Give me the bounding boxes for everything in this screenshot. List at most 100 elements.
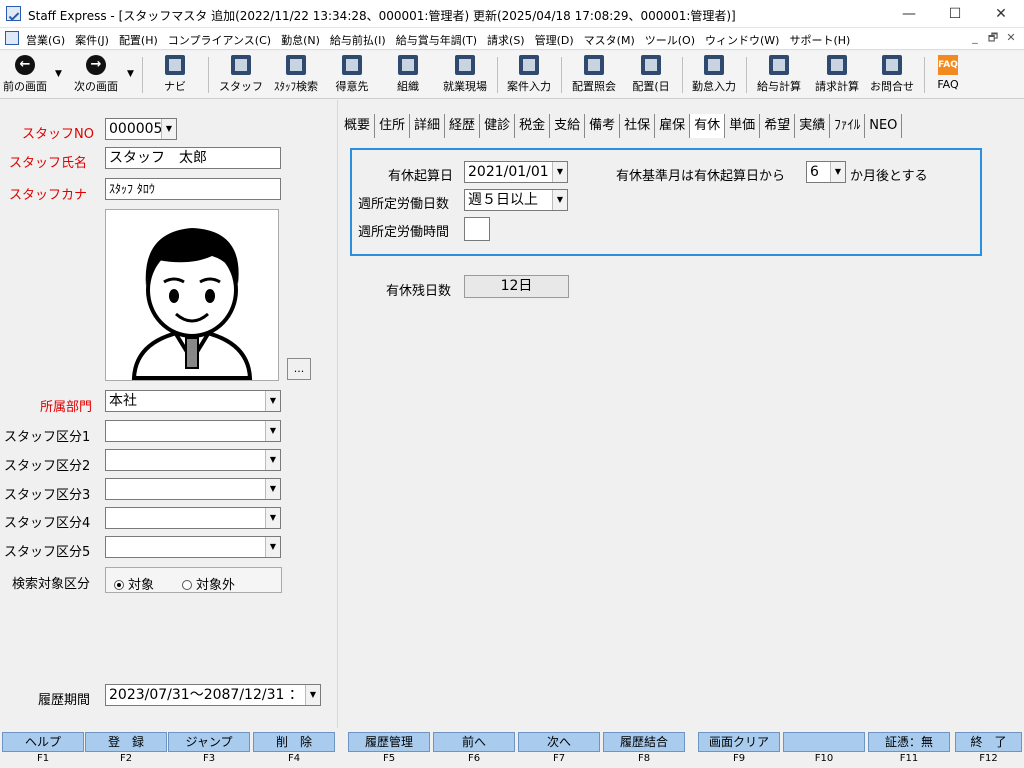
tab-employment-insurance[interactable]: 雇保 [655, 114, 691, 138]
staff-class3-combo[interactable]: ▼ [105, 478, 281, 500]
f5-history-manage-button[interactable]: 履歴管理 F5 [348, 732, 430, 768]
chevron-down-icon[interactable]: ▼ [161, 119, 176, 139]
weekly-days-combo[interactable]: 週５日以上 ▼ [464, 189, 568, 211]
tab-overview[interactable]: 概要 [340, 114, 376, 138]
menu-management[interactable]: 管理(D) [535, 34, 574, 47]
f10-button[interactable]: F10 [783, 732, 865, 768]
tab-social-insurance[interactable]: 社保 [620, 114, 656, 138]
close-button[interactable]: ✕ [978, 0, 1024, 28]
f7-next-button[interactable]: 次へ F7 [518, 732, 600, 768]
chevron-down-icon[interactable]: ▼ [552, 190, 567, 210]
f3-jump-button[interactable]: ジャンプ F3 [168, 732, 250, 768]
staff-kana-input[interactable]: ｽﾀｯﾌ ﾀﾛｳ [105, 178, 281, 200]
menu-advance-pay[interactable]: 給与前払(I) [330, 34, 386, 47]
prev-screen-button[interactable]: ← 前の画面 [0, 53, 50, 97]
chevron-down-icon[interactable]: ▼ [265, 450, 280, 470]
f11-evidence-button[interactable]: 証憑：無 F11 [868, 732, 950, 768]
maximize-button[interactable]: ☐ [932, 0, 978, 28]
chevron-down-icon[interactable]: ▼ [265, 479, 280, 499]
mdi-minimize-button[interactable]: _ [968, 32, 982, 46]
menu-support[interactable]: サポート(H) [789, 34, 850, 47]
tab-unit-price[interactable]: 単価 [725, 114, 761, 138]
f2-register-button[interactable]: 登 録 F2 [85, 732, 167, 768]
leave-start-date-combo[interactable]: 2021/01/01 ▼ [464, 161, 568, 183]
tab-paid-leave[interactable]: 有休 [690, 114, 726, 138]
chevron-down-icon[interactable]: ▼ [265, 508, 280, 528]
site-button[interactable]: 就業現場 [440, 53, 490, 97]
staff-name-label: スタッフ氏名 [9, 156, 88, 171]
base-month-combo[interactable]: 6 ▼ [806, 161, 846, 183]
staff-class3-label: スタッフ区分3 [4, 488, 91, 503]
chevron-down-icon[interactable]: ▼ [305, 685, 320, 705]
tab-wishes[interactable]: 希望 [760, 114, 796, 138]
photo-browse-button[interactable]: ... [287, 358, 311, 380]
staff-search-button[interactable]: ｽﾀｯﾌ検索 [270, 53, 322, 97]
tab-detail[interactable]: 詳細 [410, 114, 446, 138]
next-dropdown-icon[interactable]: ▼ [127, 69, 134, 79]
next-screen-button[interactable]: → 次の画面 [68, 53, 124, 97]
staff-class2-combo[interactable]: ▼ [105, 449, 281, 471]
staff-class5-combo[interactable]: ▼ [105, 536, 281, 558]
tab-neo[interactable]: NEO [865, 114, 903, 138]
dept-combo[interactable]: 本社 ▼ [105, 390, 281, 412]
menu-tools[interactable]: ツール(O) [645, 34, 695, 47]
arrow-right-icon: → [86, 55, 106, 75]
staff-class4-combo[interactable]: ▼ [105, 507, 281, 529]
tab-address[interactable]: 住所 [375, 114, 411, 138]
staff-name-input[interactable]: スタッフ 太郎 [105, 147, 281, 169]
chevron-down-icon[interactable]: ▼ [265, 391, 280, 411]
menu-compliance[interactable]: コンプライアンス(C) [168, 34, 271, 47]
history-period-combo[interactable]: 2023/07/31～2087/12/31 ： ▼ [105, 684, 321, 706]
tab-payment[interactable]: 支給 [550, 114, 586, 138]
tab-tax[interactable]: 税金 [515, 114, 551, 138]
job-entry-button[interactable]: 案件入力 [503, 53, 555, 97]
f1-help-button[interactable]: ヘルプ F1 [2, 732, 84, 768]
attendance-input-button[interactable]: 勤怠入力 [688, 53, 740, 97]
f4-delete-button[interactable]: 削 除 F4 [253, 732, 335, 768]
prev-dropdown-icon[interactable]: ▼ [55, 69, 62, 79]
mdi-window-icon[interactable] [5, 31, 19, 45]
contact-button[interactable]: お問合せ [866, 53, 918, 97]
tab-health[interactable]: 健診 [480, 114, 516, 138]
chevron-down-icon[interactable]: ▼ [265, 421, 280, 441]
payroll-calc-button[interactable]: 給与計算 [752, 53, 806, 97]
billing-calc-button[interactable]: 請求計算 [810, 53, 864, 97]
menu-master[interactable]: マスタ(M) [584, 34, 635, 47]
client-icon [342, 55, 362, 75]
tab-career[interactable]: 経歴 [445, 114, 481, 138]
minimize-button[interactable]: — [886, 0, 932, 28]
tab-files[interactable]: ﾌｧｲﾙ [830, 114, 866, 138]
chevron-down-icon[interactable]: ▼ [265, 537, 280, 557]
mdi-restore-button[interactable]: 🗗 [986, 32, 1000, 46]
menu-bar: 営業(G) 案件(J) 配置(H) コンプライアンス(C) 勤怠(N) 給与前払(I) 給与… [0, 28, 1024, 50]
menu-attendance[interactable]: 勤怠(N) [281, 34, 320, 47]
faq-button[interactable]: FAQ FAQ [930, 53, 966, 97]
f9-clear-screen-button[interactable]: 画面クリア F9 [698, 732, 780, 768]
assign-day-button[interactable]: 配置(日 [627, 53, 675, 97]
mdi-close-button[interactable]: ✕ [1004, 32, 1018, 46]
chevron-down-icon[interactable]: ▼ [552, 162, 567, 182]
menu-billing[interactable]: 請求(S) [487, 34, 525, 47]
staff-class1-combo[interactable]: ▼ [105, 420, 281, 442]
tab-results[interactable]: 実績 [795, 114, 831, 138]
f6-prev-button[interactable]: 前へ F6 [433, 732, 515, 768]
navi-button[interactable]: ナビ [150, 53, 200, 97]
f12-exit-button[interactable]: 終 了 F12 [955, 732, 1022, 768]
menu-sales[interactable]: 営業(G) [26, 34, 65, 47]
staff-photo [105, 209, 279, 381]
assign-inquiry-button[interactable]: 配置照会 [567, 53, 621, 97]
chevron-down-icon[interactable]: ▼ [830, 162, 845, 182]
staff-button[interactable]: スタッフ [218, 53, 264, 97]
menu-payroll[interactable]: 給与賞与年調(T) [396, 34, 477, 47]
staff-no-combo[interactable]: 000005 ▼ [105, 118, 177, 140]
radio-target[interactable]: 対象 [114, 574, 154, 593]
radio-non-target[interactable]: 対象外 [182, 574, 235, 593]
client-button[interactable]: 得意先 [330, 53, 374, 97]
tab-notes[interactable]: 備考 [585, 114, 621, 138]
menu-jobs[interactable]: 案件(J) [75, 34, 109, 47]
org-button[interactable]: 組織 [388, 53, 428, 97]
menu-window[interactable]: ウィンドウ(W) [705, 34, 779, 47]
f8-history-merge-button[interactable]: 履歴結合 F8 [603, 732, 685, 768]
menu-assignment[interactable]: 配置(H) [119, 34, 158, 47]
weekly-hours-input[interactable] [464, 217, 490, 241]
